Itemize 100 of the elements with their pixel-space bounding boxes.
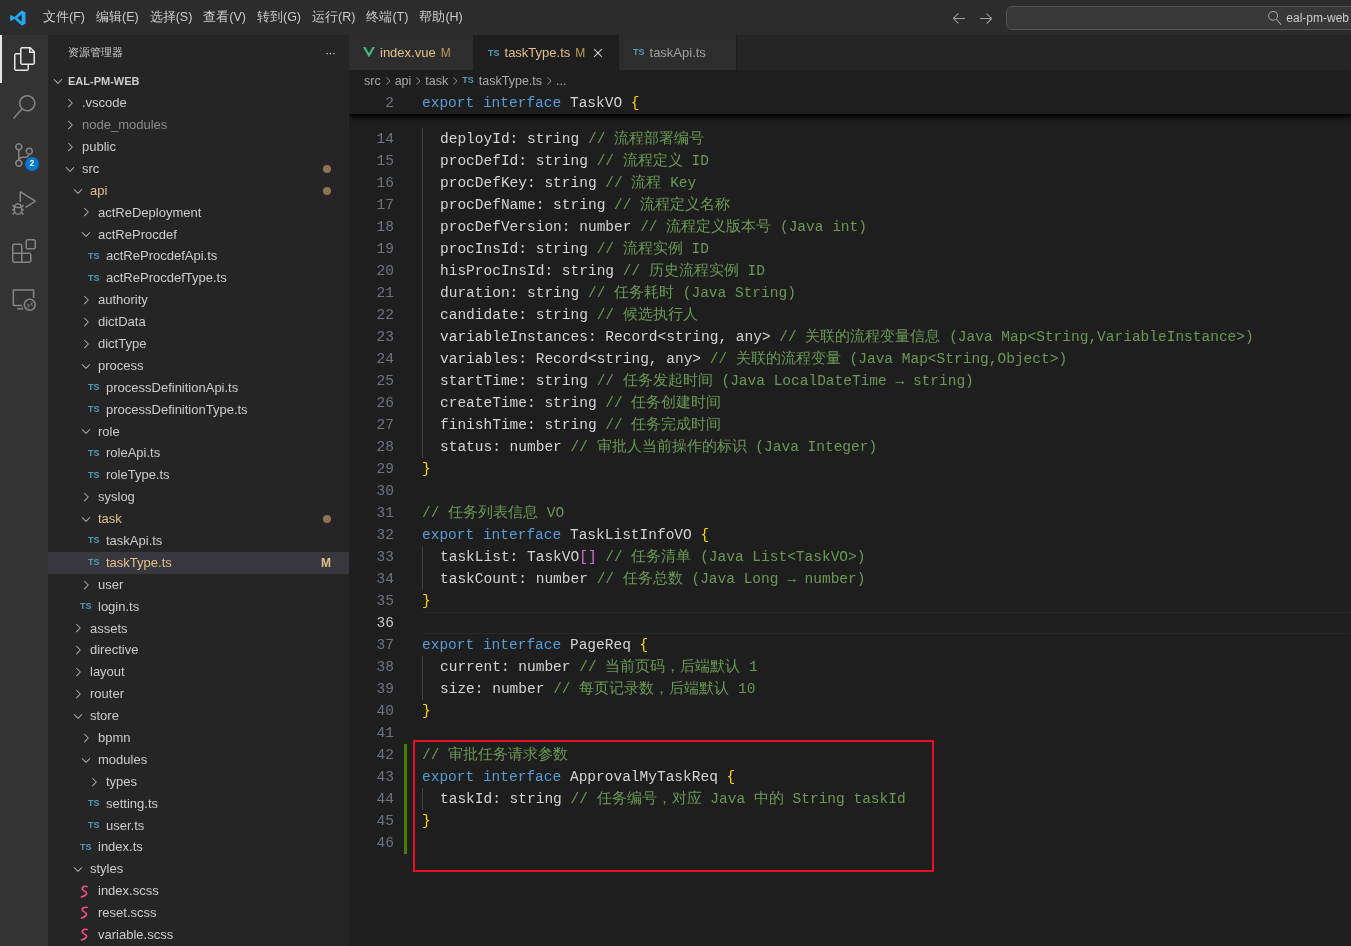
- files-icon: [13, 47, 37, 71]
- file-tree-item[interactable]: TS login.ts: [48, 595, 349, 618]
- code-line: deployId: string // 流程部署编号: [422, 128, 705, 150]
- file-tree-item[interactable]: modules: [48, 748, 349, 771]
- menu-item[interactable]: 查看(V): [198, 8, 251, 27]
- file-name: role: [98, 422, 120, 441]
- file-tree-item[interactable]: TS processDefinitionApi.ts: [48, 376, 349, 399]
- line-number: 28: [375, 438, 395, 457]
- breadcrumb-item[interactable]: src: [364, 71, 381, 91]
- file-tree-item[interactable]: TS roleType.ts: [48, 464, 349, 487]
- line-number: 44: [349, 788, 407, 810]
- editor-tab[interactable]: TS taskType.ts M: [474, 35, 619, 70]
- file-tree-item[interactable]: TS index.ts: [48, 836, 349, 859]
- file-tree-item[interactable]: api: [48, 179, 349, 202]
- line-number: 19: [375, 240, 395, 259]
- file-name: taskType.ts: [106, 553, 172, 572]
- file-tree-item[interactable]: TS user.ts: [48, 814, 349, 837]
- menu-item[interactable]: 编辑(E): [90, 8, 144, 27]
- file-tree-item[interactable]: .vscode: [48, 92, 349, 114]
- file-tree-item[interactable]: process: [48, 354, 349, 377]
- line-number: 29: [375, 460, 395, 479]
- file-tree-item[interactable]: TS roleApi.ts: [48, 442, 349, 465]
- file-tree-item[interactable]: types: [48, 770, 349, 793]
- file-tree-item[interactable]: styles: [48, 858, 349, 881]
- menu-item[interactable]: 运行(R): [307, 8, 361, 27]
- menu-item[interactable]: 终端(T): [361, 8, 414, 27]
- file-name: roleApi.ts: [106, 444, 161, 463]
- file-tree-item[interactable]: public: [48, 135, 349, 158]
- code-line: procInsId: string // 流程实例 ID: [422, 238, 709, 260]
- typescript-file-icon: TS: [80, 842, 92, 852]
- menu-item[interactable]: 转到(G): [252, 8, 307, 27]
- file-tree-item[interactable]: TS taskType.ts M: [48, 551, 349, 574]
- editor-tab[interactable]: TS taskApi.ts: [619, 35, 737, 70]
- activity-bar-item[interactable]: 2: [0, 131, 48, 179]
- editor-tab[interactable]: index.vue M: [349, 35, 474, 70]
- line-number: 30: [375, 482, 395, 501]
- file-tree-item[interactable]: authority: [48, 289, 349, 311]
- line-number: 18: [375, 218, 395, 237]
- breadcrumb-item[interactable]: ...: [556, 71, 567, 91]
- file-tree-item[interactable]: TS actReProcdefType.ts: [48, 267, 349, 289]
- file-name: styles: [90, 860, 124, 879]
- file-tree-item[interactable]: router: [48, 683, 349, 705]
- typescript-file-icon: TS: [88, 404, 100, 414]
- file-tree-item[interactable]: assets: [48, 617, 349, 640]
- typescript-file-icon: TS: [88, 251, 100, 261]
- line-number: 40: [375, 702, 395, 721]
- file-tree-item[interactable]: actReProcdef: [48, 223, 349, 246]
- code-line: }: [422, 592, 431, 611]
- file-name: process: [98, 356, 144, 375]
- file-tree-item[interactable]: layout: [48, 661, 349, 684]
- code-line: procDefId: string // 流程定义 ID: [422, 150, 709, 172]
- file-tree-item[interactable]: TS taskApi.ts: [48, 529, 349, 552]
- file-tree-item[interactable]: dictData: [48, 310, 349, 333]
- file-name: user.ts: [106, 816, 145, 835]
- typescript-file-icon: TS: [88, 448, 100, 458]
- panel-title: 资源管理器: [68, 45, 123, 61]
- file-tree-item[interactable]: store: [48, 704, 349, 727]
- breadcrumb-item[interactable]: task: [425, 71, 449, 91]
- file-tree-item[interactable]: index.scss: [48, 880, 349, 902]
- count-badge: 2: [25, 157, 39, 171]
- menu-item[interactable]: 文件(F): [38, 8, 90, 27]
- breadcrumb-item[interactable]: api: [394, 71, 412, 91]
- file-tree-item[interactable]: syslog: [48, 486, 349, 508]
- menu-item[interactable]: 选择(S): [144, 8, 198, 27]
- search-field[interactable]: eal-pm-web: [1006, 5, 1351, 30]
- file-tree-item[interactable]: TS actReProcdefApi.ts: [48, 245, 349, 268]
- project-header[interactable]: EAL-PM-WEB: [48, 70, 349, 92]
- git-status: M: [321, 554, 331, 572]
- line-number: 36: [375, 614, 395, 633]
- file-name: store: [90, 707, 119, 726]
- typescript-file-icon: TS: [88, 820, 100, 830]
- menu-item[interactable]: 帮助(H): [414, 8, 468, 27]
- code-line: // 任务列表信息 VO: [422, 503, 565, 523]
- file-tree-item[interactable]: src: [48, 157, 349, 180]
- file-name: index.scss: [98, 882, 159, 901]
- more-actions[interactable]: ···: [325, 42, 335, 63]
- file-tree-item[interactable]: node_modules: [48, 113, 349, 136]
- file-tree-item[interactable]: dictType: [48, 332, 349, 355]
- typescript-file-icon: TS: [80, 601, 92, 611]
- file-tree-item[interactable]: directive: [48, 639, 349, 662]
- file-tree-item[interactable]: task: [48, 507, 349, 530]
- file-name: syslog: [98, 488, 135, 507]
- scss-file-icon: [80, 906, 90, 920]
- file-tree-item[interactable]: TS processDefinitionType.ts: [48, 398, 349, 421]
- file-tree-item[interactable]: actReDeployment: [48, 201, 349, 224]
- search-icon: [12, 95, 36, 119]
- file-name: index.ts: [98, 838, 143, 857]
- file-tree-item[interactable]: reset.scss: [48, 901, 349, 924]
- file-tree-item[interactable]: role: [48, 420, 349, 443]
- file-tree-item[interactable]: user: [48, 573, 349, 596]
- breadcrumb-item[interactable]: TS taskType.ts: [462, 71, 543, 91]
- file-tree-item[interactable]: TS setting.ts: [48, 792, 349, 815]
- line-number: 27: [375, 416, 395, 435]
- code-line: // 审批任务请求参数: [422, 745, 569, 765]
- file-tree-item[interactable]: bpmn: [48, 726, 349, 749]
- logo-icon: [9, 8, 27, 27]
- file-name: actReProcdefApi.ts: [106, 247, 218, 266]
- code-line: }: [422, 460, 431, 479]
- line-number: 17: [375, 196, 395, 215]
- file-tree-item[interactable]: variable.scss: [48, 923, 349, 946]
